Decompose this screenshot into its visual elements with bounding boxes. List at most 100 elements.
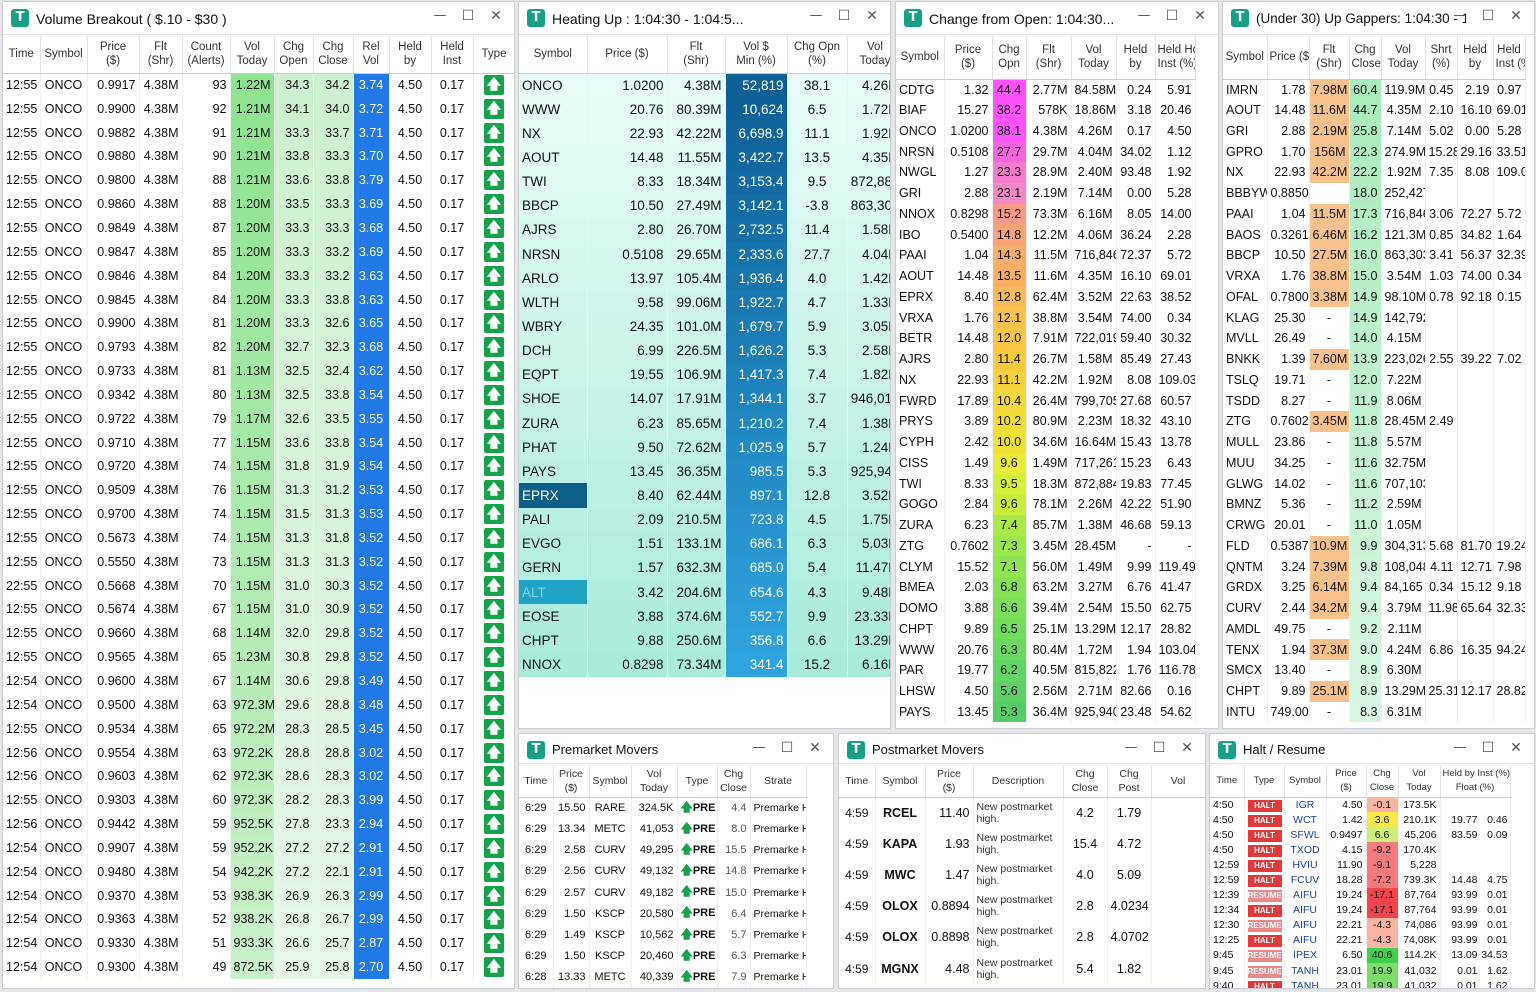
table-row[interactable]: GERN1.57632.3M685.05.411.47M bbox=[519, 555, 890, 580]
table-row[interactable]: 12:55 ONCO 0.9342 4.38M 80 1.13M 32.5 33.8 3.54 4… bbox=[3, 382, 514, 407]
table-row[interactable]: 12:56 ONCO 0.9603 4.38M 62 972.3K 28.6 28.3 3.02… bbox=[3, 764, 514, 789]
table-row[interactable]: 6:292.56CURV49,132🡅PRE14.8Premarke Hig bbox=[519, 860, 807, 883]
close-icon[interactable]: ✕ bbox=[1506, 8, 1526, 28]
table-row[interactable]: AOUT14.4811.55M3,422.713.54.35M bbox=[519, 145, 890, 170]
table-row[interactable]: PHAT9.5072.62M1,025.95.71.24M bbox=[519, 435, 890, 460]
window-titlebar[interactable]: T Postmarket Movers — ☐ ✕ bbox=[839, 734, 1205, 764]
table-row[interactable]: OFAL 0.7800 3.38M 14.9 98.10M 0.78 92.18 0.15 bbox=[1223, 286, 1526, 308]
minimize-icon[interactable]: — bbox=[1450, 8, 1470, 28]
column-header[interactable]: Count (Alerts) bbox=[182, 36, 231, 74]
table-row[interactable]: GRI 2.88 23.1 2.19M 7.14M 0.00 5.28 bbox=[896, 182, 1196, 204]
table-row[interactable]: 12:34 HALT AIFU 19.24 -17.1 87,764 93.99 0.01 bbox=[1210, 902, 1511, 918]
table-row[interactable]: PAAI 1.04 14.3 11.5M 716,846 72.37 5.72 bbox=[896, 245, 1196, 266]
table-row[interactable]: 12:39 RESUME AIFU 19.24 -17.1 87,764 93.99 0.01 bbox=[1210, 887, 1511, 903]
close-icon[interactable]: ✕ bbox=[1190, 8, 1210, 28]
table-row[interactable]: 4:50 HALT TXOD 4.15 -9.2 170.4K bbox=[1210, 842, 1511, 858]
table-row[interactable]: NX22.9342.22M6,698.911.11.92M bbox=[519, 121, 890, 146]
table-row[interactable]: 12:54 ONCO 0.9500 4.38M 63 972.3M 29.6 28.8 3.48… bbox=[3, 692, 514, 717]
table-row[interactable]: KLAG25.30-14.9142,792 bbox=[1223, 307, 1526, 328]
table-row[interactable]: CYPH 2.42 10.0 34.6M 16.64M 15.43 13.78 bbox=[896, 431, 1196, 453]
maximize-icon[interactable]: ☐ bbox=[1478, 740, 1498, 760]
table-row[interactable]: ZTG 0.7602 7.3 3.45M 28.45M - - bbox=[896, 535, 1196, 557]
table-row[interactable]: 12:54 ONCO 0.9300 4.38M 49 872.5K 25.9 25.8 2.70… bbox=[3, 955, 514, 980]
column-header[interactable]: Chg Close bbox=[1063, 765, 1108, 798]
table-row[interactable]: NX22.9342.2M22.21.92M7.358.08109.03 bbox=[1223, 162, 1526, 183]
table-row[interactable]: WLTH9.5899.06M1,922.74.71.33M bbox=[519, 290, 890, 315]
table-row[interactable]: DCH6.99226.5M1,626.25.32.58M bbox=[519, 338, 890, 363]
table-row[interactable]: ZURA 6.23 7.4 85.7M 1.38M 46.68 59.13 bbox=[896, 514, 1196, 536]
column-header[interactable]: Flt (Shr) bbox=[1309, 36, 1350, 80]
table-row[interactable]: BBCP10.5027.5M16.0863,3033.4156.3732.39 bbox=[1223, 245, 1526, 266]
table-row[interactable]: 12:55 ONCO 0.9860 4.38M 88 1.20M 33.5 33.3 3.69 4… bbox=[3, 192, 514, 217]
column-header[interactable]: Vol Today bbox=[1398, 765, 1441, 798]
column-header[interactable]: Time bbox=[519, 765, 554, 798]
minimize-icon[interactable]: — bbox=[749, 740, 769, 760]
column-header[interactable]: Flt (Shr) bbox=[1026, 36, 1072, 80]
column-header[interactable]: Price ($) bbox=[1326, 765, 1367, 798]
table-row[interactable]: 12:59 HALT HVIU 11.90 -9.1 5,228 bbox=[1210, 857, 1511, 873]
table-row[interactable]: 12:54 ONCO 0.9370 4.38M 53 938.3K 26.9 26.3 2.99… bbox=[3, 883, 514, 908]
window-titlebar[interactable]: T Change from Open: 1:04:30... — ☐ ✕ bbox=[896, 2, 1218, 35]
table-row[interactable]: MULL 23.86-11.8 5.57M bbox=[1223, 431, 1526, 453]
table-row[interactable]: NWGL 1.27 23.3 28.9M 2.40M 93.48 1.92 bbox=[896, 162, 1196, 183]
column-header[interactable]: Rel Vol bbox=[353, 36, 390, 74]
table-row[interactable]: 12:54 ONCO 0.9330 4.38M 51 933.3K 26.6 25.7 2.87… bbox=[3, 931, 514, 956]
table-row[interactable]: GLWG14.02-11.6707,103 bbox=[1223, 473, 1526, 494]
change-from-open-window[interactable]: T Change from Open: 1:04:30... — ☐ ✕ Sym… bbox=[895, 1, 1219, 729]
column-header[interactable]: Held Inst bbox=[431, 36, 474, 74]
table-row[interactable]: FLD0.538710.9M9.9304,3135.6881.7019.24 bbox=[1223, 535, 1526, 557]
table-row[interactable]: TSDD 8.27-11.9 8.06M bbox=[1223, 390, 1526, 411]
up-gappers-grid[interactable]: Symbol Price ($) Flt (Shr) Chg Close Vol Today S… bbox=[1223, 36, 1534, 723]
column-header[interactable]: Held by bbox=[1116, 36, 1156, 80]
heating-up-window[interactable]: T Heating Up : 1:04:30 - 1:04:5... — ☐ ✕… bbox=[518, 1, 891, 729]
table-row[interactable]: ZURA6.2385.65M1,210.27.41.38M bbox=[519, 410, 890, 436]
table-row[interactable]: BAOS 0.3261 6.46M 16.2 121.3M 0.85 34.82 1.64 bbox=[1223, 224, 1526, 245]
volume-breakout-window[interactable]: T Volume Breakout ( $.10 - $30 ) — ☐ ✕ T… bbox=[2, 1, 515, 989]
column-header[interactable]: Held Hq Inst (%) bbox=[1155, 36, 1196, 80]
column-header[interactable]: Chg Close bbox=[1366, 765, 1399, 798]
table-row[interactable]: INTU 749.00-8.3 6.31M bbox=[1223, 701, 1526, 723]
table-row[interactable]: CHPT9.88250.6M356.86.613.29M bbox=[519, 628, 890, 653]
table-row[interactable]: 12:55 ONCO 0.9303 4.38M 60 972.3K 28.2 28.3 3.99… bbox=[3, 788, 514, 813]
table-row[interactable]: PAAI1.0411.5M17.3716,8463.0672.275.72 bbox=[1223, 203, 1526, 225]
minimize-icon[interactable]: — bbox=[1121, 740, 1141, 760]
column-header[interactable]: Vol Today bbox=[1381, 36, 1426, 80]
table-row[interactable]: 12:55 ONCO 0.9800 4.38M 88 1.21M 33.6 33.8 3.79 4… bbox=[3, 168, 514, 193]
table-row[interactable]: 6:2913.34METC41,053🡅PRE8.0Premarke Hi bbox=[519, 818, 807, 840]
table-row[interactable]: PALI2.09210.5M723.84.51.75M bbox=[519, 507, 890, 532]
table-row[interactable]: NNOX 0.8298 15.2 73.3M 6.16M 8.05 14.00 bbox=[896, 203, 1196, 225]
minimize-icon[interactable]: — bbox=[430, 8, 450, 28]
table-row[interactable]: 12:55 ONCO 0.9700 4.38M 74 1.15M 31.5 31.3 3.53 4… bbox=[3, 502, 514, 527]
table-row[interactable]: PAYS13.4536.35M985.55.3925,940 bbox=[519, 459, 890, 484]
table-row[interactable]: AOUT 14.48 11.6M 44.7 4.35M 2.10 16.10 69.01 bbox=[1223, 99, 1526, 121]
column-header[interactable]: Type bbox=[1244, 765, 1285, 798]
table-row[interactable]: 12:54 ONCO 0.9600 4.38M 67 1.14M 30.6 29.8 3.49 4… bbox=[3, 669, 514, 693]
window-titlebar[interactable]: T Volume Breakout ( $.10 - $30 ) — ☐ ✕ bbox=[3, 2, 514, 35]
table-row[interactable]: ONCO1.02004.38M52,81938.14.26M bbox=[519, 73, 890, 98]
column-header[interactable]: Description bbox=[973, 765, 1064, 798]
maximize-icon[interactable]: ☐ bbox=[1149, 740, 1169, 760]
column-header[interactable]: Type bbox=[677, 765, 718, 798]
table-row[interactable]: GRI 2.88 2.19M 25.8 7.14M 5.02 0.00 5.28 bbox=[1223, 120, 1526, 142]
table-row[interactable]: AJRS2.8026.70M2,732.511.41.58M bbox=[519, 217, 890, 242]
table-row[interactable]: TWI8.3318.34M3,153.49.5872,884 bbox=[519, 169, 890, 194]
table-row[interactable]: BMEA 2.03 6.8 63.2M 3.27M 6.76 41.47 bbox=[896, 577, 1196, 598]
table-row[interactable]: ONCO 1.0200 38.1 4.38M 4.26M 0.17 4.50 bbox=[896, 120, 1196, 142]
postmarket-movers-window[interactable]: T Postmarket Movers — ☐ ✕ Time Symbol Pric… bbox=[838, 733, 1206, 989]
heating-up-grid[interactable]: Symbol Price ($) Flt (Shr) Vol $ Min (%) Chg O… bbox=[519, 36, 890, 677]
postmarket-grid[interactable]: Time Symbol Price ($) Description Chg Close Chg… bbox=[839, 765, 1205, 985]
table-row[interactable]: GPRO 1.70 156M 22.3 274.9M 15.28 29.16 33.51 bbox=[1223, 141, 1526, 162]
table-row[interactable]: NNOX0.829873.34M341.415.26.16M bbox=[519, 652, 890, 677]
table-row[interactable]: 12:55 ONCO 0.9660 4.38M 68 1.14M 32.0 29.8 3.52 4… bbox=[3, 621, 514, 646]
table-row[interactable]: 12:55 ONCO 0.9849 4.38M 87 1.20M 33.3 33.3 3.68 4… bbox=[3, 216, 514, 240]
table-row[interactable]: CDTG 1.32 44.4 2.77M 84.58M 0.24 5.91 bbox=[896, 79, 1196, 100]
column-header[interactable]: Price ($) bbox=[925, 765, 974, 798]
close-icon[interactable]: ✕ bbox=[862, 8, 882, 28]
table-row[interactable]: PAYS 13.45 5.3 36.4M 925,940 23.48 54.62 bbox=[896, 701, 1196, 723]
window-titlebar[interactable]: T Heating Up : 1:04:30 - 1:04:5... — ☐ ✕ bbox=[519, 2, 890, 35]
table-row[interactable]: BBBYW0.885018.0252,427 bbox=[1223, 182, 1526, 204]
table-row[interactable]: IBO 0.5400 14.8 12.2M 4.06M 36.24 2.28 bbox=[896, 224, 1196, 245]
table-row[interactable]: 12:55 ONCO 0.9710 4.38M 77 1.15M 33.6 33.8 3.54 4… bbox=[3, 430, 514, 455]
table-row[interactable]: 9:45 RESUME TANH 23.01 19.9 41,032 0.01 1.62 bbox=[1210, 963, 1511, 979]
column-header[interactable]: Symbol bbox=[589, 765, 632, 798]
